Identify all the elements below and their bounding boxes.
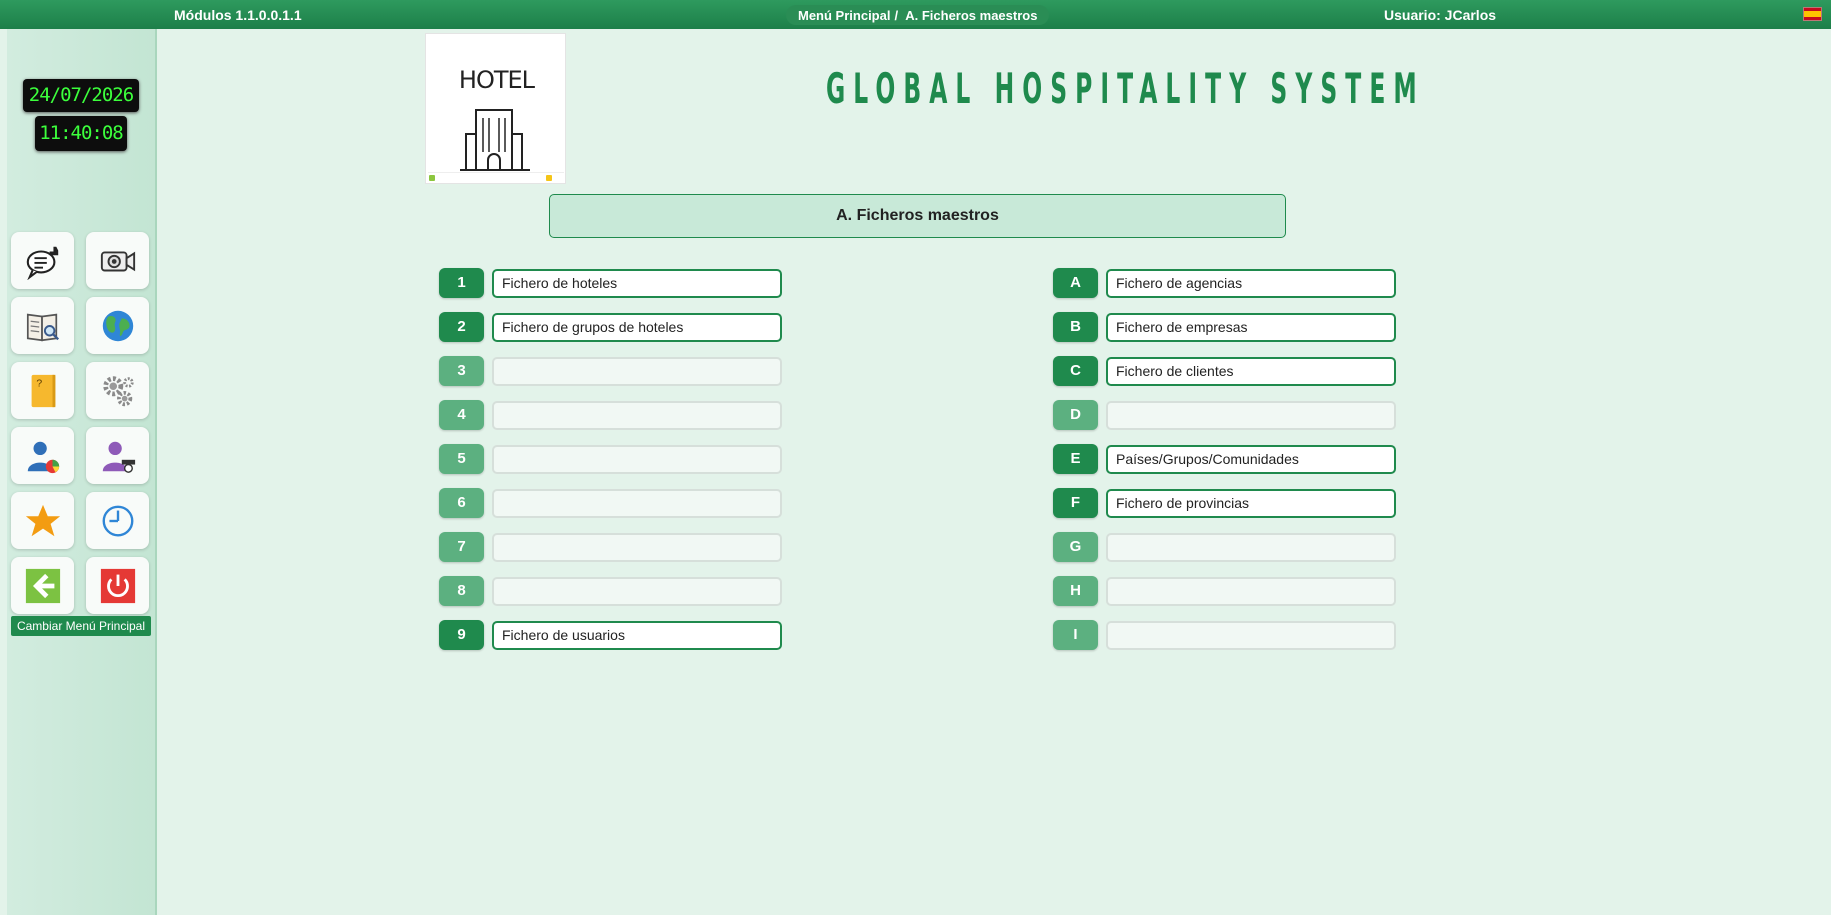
book-search-button[interactable] [11, 297, 74, 354]
breadcrumb-current: A. Ficheros maestros [905, 8, 1038, 23]
video-camera-icon [100, 251, 135, 271]
option-row-7: 7 [439, 532, 784, 562]
option-label-field [492, 533, 782, 562]
option-label-field [1106, 533, 1396, 562]
option-key-button: H [1053, 576, 1098, 606]
option-row-g: G [1053, 532, 1398, 562]
option-label-field [492, 357, 782, 386]
option-key-button[interactable]: B [1053, 312, 1098, 342]
option-key-button: G [1053, 532, 1098, 562]
svg-text:?: ? [36, 378, 42, 389]
option-key-button[interactable]: 9 [439, 620, 484, 650]
option-label-field [492, 489, 782, 518]
option-key-button: D [1053, 400, 1098, 430]
settings-gears-icon [102, 375, 134, 406]
option-row-d: D [1053, 400, 1398, 430]
option-row-b[interactable]: B Fichero de empresas [1053, 312, 1398, 342]
option-label-field[interactable]: Países/Grupos/Comunidades [1106, 445, 1396, 474]
option-row-5: 5 [439, 444, 784, 474]
user-label: Usuario: JCarlos [1384, 7, 1497, 23]
globe-button[interactable] [86, 297, 149, 354]
option-key-button: 3 [439, 356, 484, 386]
option-label-field[interactable]: Fichero de provincias [1106, 489, 1396, 518]
logo-footer [428, 172, 564, 181]
chat-like-icon [26, 246, 58, 280]
power-off-icon [100, 568, 135, 603]
option-row-1[interactable]: 1 Fichero de hoteles [439, 268, 784, 298]
option-label-field[interactable]: Fichero de hoteles [492, 269, 782, 298]
option-row-e[interactable]: E Países/Grupos/Comunidades [1053, 444, 1398, 474]
option-key-button[interactable]: A [1053, 268, 1098, 298]
clock-history-icon [102, 505, 133, 536]
settings-button[interactable] [86, 362, 149, 419]
option-row-8: 8 [439, 576, 784, 606]
version-label: Módulos 1.1.0.0.1.1 [174, 7, 302, 23]
option-row-6: 6 [439, 488, 784, 518]
book-search-icon [26, 313, 59, 341]
app-title: GLOBAL HOSPITALITY SYSTEM [826, 64, 1425, 113]
favorite-star-icon [25, 504, 60, 536]
option-label-field[interactable]: Fichero de grupos de hoteles [492, 313, 782, 342]
section-title: A. Ficheros maestros [549, 194, 1286, 238]
help-folder-icon: ? [31, 374, 55, 407]
option-label-field [1106, 577, 1396, 606]
top-bar: Módulos 1.1.0.0.1.1 Menú Principal / A. F… [0, 0, 1831, 29]
option-label-field[interactable]: Fichero de agencias [1106, 269, 1396, 298]
option-key-button: 6 [439, 488, 484, 518]
hotel-building-icon [460, 109, 530, 171]
power-off-button[interactable] [86, 557, 149, 614]
breadcrumb-separator: / [894, 8, 899, 23]
date-display: 24/07/2026 [23, 79, 139, 112]
option-row-3: 3 [439, 356, 784, 386]
option-label-field[interactable]: Fichero de usuarios [492, 621, 782, 650]
globe-icon [102, 310, 133, 341]
video-camera-button[interactable] [86, 232, 149, 289]
change-main-menu-button[interactable]: Cambiar Menú Principal [11, 616, 151, 636]
favorites-button[interactable] [11, 492, 74, 549]
option-key-button[interactable]: 1 [439, 268, 484, 298]
hotel-logo: HOTEL [425, 33, 566, 184]
option-row-4: 4 [439, 400, 784, 430]
option-row-f[interactable]: F Fichero de provincias [1053, 488, 1398, 518]
back-button[interactable] [11, 557, 74, 614]
chat-like-button[interactable] [11, 232, 74, 289]
option-key-button: 5 [439, 444, 484, 474]
option-label-field [1106, 401, 1396, 430]
option-key-button[interactable]: E [1053, 444, 1098, 474]
option-key-button[interactable]: F [1053, 488, 1098, 518]
option-key-button: 7 [439, 532, 484, 562]
option-row-i: I [1053, 620, 1398, 650]
clock-history-button[interactable] [86, 492, 149, 549]
option-row-a[interactable]: A Fichero de agencias [1053, 268, 1398, 298]
option-row-2[interactable]: 2 Fichero de grupos de hoteles [439, 312, 784, 342]
option-key-button[interactable]: C [1053, 356, 1098, 386]
time-display: 11:40:08 [35, 116, 127, 151]
breadcrumb-root[interactable]: Menú Principal [798, 8, 890, 23]
option-row-c[interactable]: C Fichero de clientes [1053, 356, 1398, 386]
sidebar: 24/07/2026 11:40:08 ? Cambiar Menú Princ… [7, 29, 157, 915]
option-key-button[interactable]: 2 [439, 312, 484, 342]
option-key-button: 8 [439, 576, 484, 606]
option-label-field [492, 401, 782, 430]
option-key-button: I [1053, 620, 1098, 650]
back-arrow-icon [25, 568, 60, 603]
user-stats-icon [27, 441, 59, 473]
breadcrumb: Menú Principal / A. Ficheros maestros [786, 5, 1050, 25]
option-label-field[interactable]: Fichero de clientes [1106, 357, 1396, 386]
es-flag-icon[interactable] [1803, 7, 1822, 21]
option-label-field[interactable]: Fichero de empresas [1106, 313, 1396, 342]
option-row-9[interactable]: 9 Fichero de usuarios [439, 620, 784, 650]
user-admin-button[interactable] [86, 427, 149, 484]
option-key-button: 4 [439, 400, 484, 430]
option-label-field [492, 445, 782, 474]
user-admin-icon [102, 441, 135, 473]
user-stats-button[interactable] [11, 427, 74, 484]
option-label-field [492, 577, 782, 606]
option-row-h: H [1053, 576, 1398, 606]
option-label-field [1106, 621, 1396, 650]
help-folder-button[interactable]: ? [11, 362, 74, 419]
